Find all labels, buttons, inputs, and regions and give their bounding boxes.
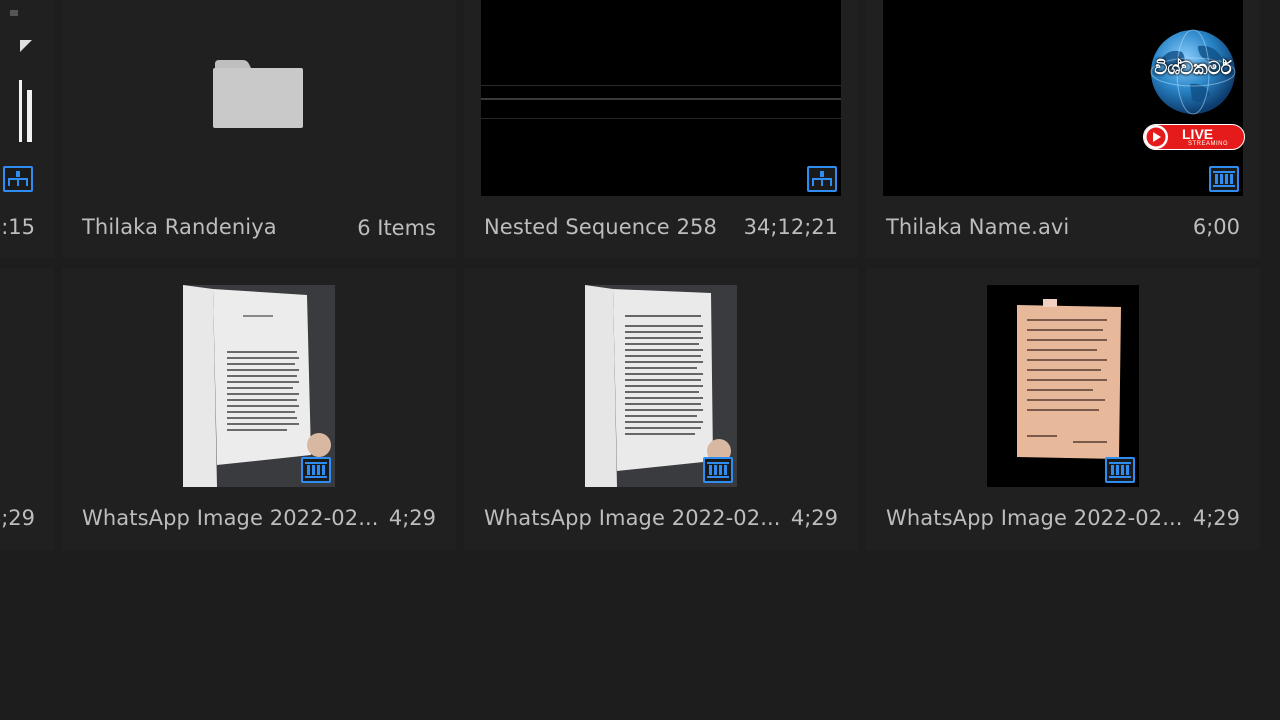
live-label: LIVE xyxy=(1182,126,1214,142)
item-count: 6 Items xyxy=(357,216,436,240)
channel-logo-overlay: විශ්වකර්ම LIVE STREAMING xyxy=(1140,28,1252,154)
project-item-image[interactable]: WhatsApp Image 2022-02... 4;29 xyxy=(464,268,858,550)
item-name: WhatsApp Image 2022-02... xyxy=(82,506,379,530)
item-name: Nested Sequence 258 xyxy=(484,215,717,239)
live-streaming-badge: LIVE STREAMING xyxy=(1143,124,1245,150)
item-duration: 4:15 xyxy=(0,215,35,239)
nested-sequence-icon xyxy=(3,166,33,192)
item-duration: 4;29 xyxy=(790,506,838,530)
play-icon xyxy=(1144,125,1168,149)
bin-icon-view: 4:15 Thilaka Randeniya 6 Items xyxy=(0,0,1280,560)
item-duration: 34;12;21 xyxy=(743,215,838,239)
item-name: WhatsApp Image 2022-02... xyxy=(484,506,781,530)
project-item-folder[interactable]: Thilaka Randeniya 6 Items xyxy=(62,0,456,258)
item-duration: 4;29 xyxy=(388,506,436,530)
sequence-thumbnail xyxy=(481,0,841,196)
film-strip-icon xyxy=(1209,166,1239,192)
project-panel: 4:15 Thilaka Randeniya 6 Items xyxy=(0,0,1280,720)
project-item-sequence[interactable]: Nested Sequence 258 34;12;21 xyxy=(464,0,858,258)
item-duration: 4;29 xyxy=(1192,506,1240,530)
item-duration: 4;29 xyxy=(0,506,35,530)
audio-meter xyxy=(0,0,54,160)
film-strip-icon xyxy=(1105,457,1135,483)
channel-name: විශ්වකර්ම xyxy=(1154,58,1232,79)
film-strip-icon xyxy=(301,457,331,483)
project-item-partial-left[interactable]: 4;29 xyxy=(0,268,54,550)
nested-sequence-icon xyxy=(807,166,837,192)
folder-icon xyxy=(213,60,303,128)
project-item-image[interactable]: WhatsApp Image 2022-02... 4;29 xyxy=(866,268,1260,550)
live-sub-label: STREAMING xyxy=(1188,141,1229,147)
item-name: WhatsApp Image 2022-02... xyxy=(886,506,1183,530)
project-item-partial-left[interactable]: 4:15 xyxy=(0,0,54,258)
item-duration: 6;00 xyxy=(1192,215,1240,239)
film-strip-icon xyxy=(703,457,733,483)
item-name: Thilaka Randeniya xyxy=(82,215,277,239)
item-name: Thilaka Name.avi xyxy=(886,215,1070,239)
project-item-image[interactable]: WhatsApp Image 2022-02... 4;29 xyxy=(62,268,456,550)
